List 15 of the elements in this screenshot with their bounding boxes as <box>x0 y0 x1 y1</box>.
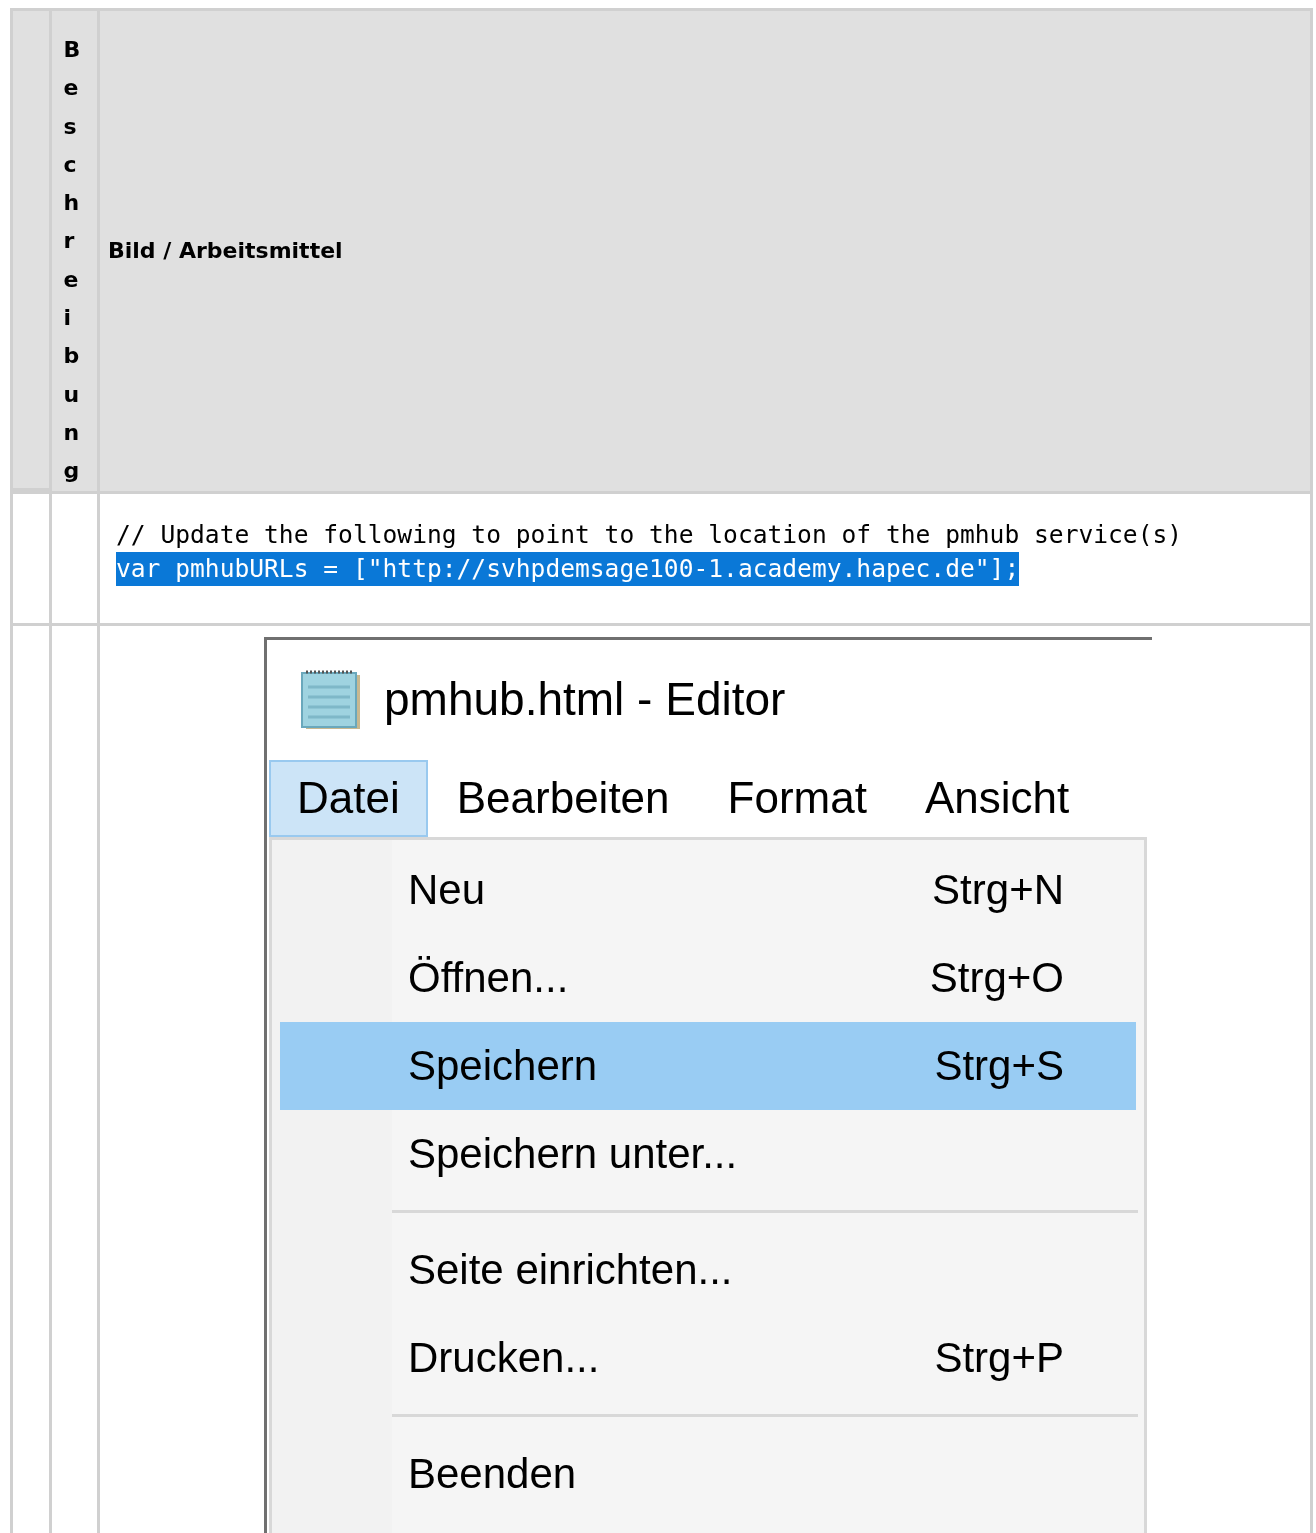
column-header: Bild / Arbeitsmittel <box>108 237 343 266</box>
menu-item[interactable]: Neu Strg+N <box>280 845 1136 934</box>
menu-item[interactable]: Drucken... Strg+P <box>280 1313 1136 1402</box>
menu-item[interactable]: Seite einrichten... <box>280 1225 1136 1314</box>
menu-item[interactable]: Öffnen... Strg+O <box>280 933 1136 1022</box>
menu-bar-item[interactable]: Bearbeiten <box>427 759 699 837</box>
code-line: // Update the following to point to the location of the pmhub service(s) <box>116 518 1183 551</box>
menu-item[interactable]: Speichern Strg+S <box>280 1021 1136 1110</box>
menu-item[interactable]: Beenden <box>280 1429 1136 1518</box>
window-title: pmhub.html - Editor <box>384 672 786 728</box>
column-header: Beschreibung <box>63 36 82 486</box>
menu-bar-item[interactable]: Datei <box>269 759 428 837</box>
menu-bar-item[interactable]: Format <box>698 759 896 837</box>
menu-item[interactable]: Speichern unter... <box>280 1109 1136 1198</box>
menu-bar-item[interactable]: Ansicht <box>895 759 1099 837</box>
